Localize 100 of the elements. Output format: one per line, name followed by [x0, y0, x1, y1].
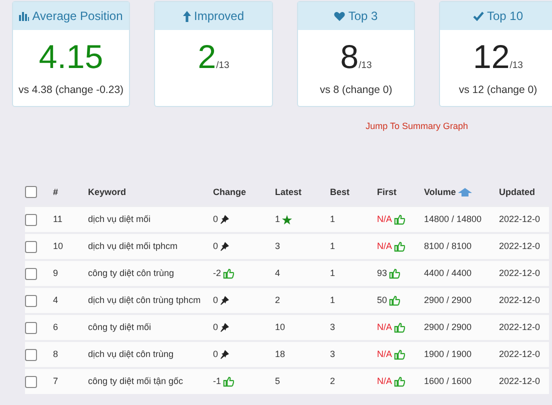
stat-value: 2: [198, 38, 216, 76]
table-cell: 2022-12-0: [499, 214, 540, 224]
table-cell: 4: [275, 268, 280, 279]
table-cell: 2022-12-0: [499, 322, 540, 332]
card-title: Improved: [194, 9, 244, 23]
heart-icon: [334, 11, 346, 21]
table-cell: 5: [275, 376, 280, 387]
table-cell: 0: [213, 295, 218, 306]
sort-icon[interactable]: [458, 188, 472, 196]
table-cell: 18: [275, 349, 286, 360]
table-cell: 10: [53, 241, 64, 251]
table-cell: 2022-12-0: [499, 349, 540, 359]
pin-icon: [220, 296, 230, 305]
table-cell: 0: [213, 349, 218, 360]
column-header[interactable]: Updated: [499, 186, 535, 198]
table-cell: 1: [330, 268, 336, 278]
column-header[interactable]: Volume: [424, 186, 456, 198]
keyword-cell: dịch vụ diệt mối: [88, 214, 151, 224]
row-checkbox[interactable]: [25, 268, 37, 280]
checkmark-icon: [472, 11, 484, 21]
stat-comparison: vs 4.38 (change -0.23): [18, 84, 124, 96]
thumbs-up-icon: [389, 295, 400, 306]
table-cell: 14800 / 14800: [424, 214, 482, 224]
table-cell: N/A: [377, 241, 392, 252]
card-title: Average Position: [32, 9, 123, 23]
row-checkbox[interactable]: [25, 376, 37, 388]
table-cell: 3: [275, 241, 280, 252]
table-cell: 8: [53, 349, 58, 359]
row-checkbox[interactable]: [25, 322, 37, 334]
table-cell: 1: [330, 295, 336, 305]
pin-icon: [220, 323, 230, 332]
pin-icon: [220, 215, 230, 224]
pin-icon: [220, 350, 230, 359]
keyword-cell: công ty diệt mối: [88, 322, 152, 332]
row-checkbox[interactable]: [25, 348, 37, 360]
table-cell: 6: [53, 322, 58, 332]
thumbs-up-icon: [394, 376, 406, 387]
card-title: Top 3: [348, 9, 378, 23]
pin-icon: [220, 242, 230, 251]
row-checkbox[interactable]: [25, 240, 37, 252]
thumbs-up-icon: [394, 214, 406, 225]
column-header[interactable]: Keyword: [88, 186, 126, 198]
table-cell: 8100 / 8100: [424, 241, 472, 251]
stat-total: /13: [510, 60, 523, 71]
bar-chart-icon: [19, 11, 30, 21]
table-cell: 10: [275, 322, 286, 333]
thumbs-up-icon: [389, 268, 400, 279]
keyword-cell: công ty diệt mối tận gốc: [88, 376, 184, 386]
row-checkbox[interactable]: [25, 294, 37, 306]
column-header[interactable]: First: [377, 186, 397, 198]
keyword-cell: công ty diệt côn trùng: [88, 268, 174, 278]
table-cell: N/A: [377, 214, 392, 225]
card-title: Top 10: [486, 9, 524, 23]
table-cell: 2022-12-0: [499, 376, 540, 386]
table-cell: 4400 / 4400: [424, 268, 472, 278]
table-cell: 2022-12-0: [499, 268, 540, 278]
row-checkbox[interactable]: [25, 214, 37, 226]
stat-comparison: vs 8 (change 0): [320, 84, 392, 96]
table-cell: -2: [213, 268, 222, 279]
table-cell: 2900 / 2900: [424, 295, 472, 305]
keyword-cell: dịch vụ diệt côn trùng tphcm: [88, 295, 201, 305]
thumbs-up-icon: [394, 349, 406, 360]
table-cell: 1: [330, 214, 336, 224]
table-cell: 2: [330, 376, 336, 386]
column-header[interactable]: Latest: [275, 186, 302, 198]
table-cell: 4: [53, 295, 58, 305]
table-cell: 2022-12-0: [499, 295, 540, 305]
table-cell: 2900 / 2900: [424, 322, 472, 332]
column-header[interactable]: Best: [330, 186, 350, 198]
table-cell: -1: [213, 376, 222, 387]
stat-value: 12: [473, 38, 510, 76]
thumbs-up-icon: [223, 376, 234, 387]
summary-graph-link[interactable]: Jump To Summary Graph: [366, 121, 468, 131]
table-cell: 3: [330, 349, 336, 359]
stat-value: 4.15: [38, 38, 104, 76]
keyword-cell: dịch vụ diệt côn trùng: [88, 349, 174, 359]
select-all-checkbox[interactable]: [25, 186, 37, 198]
table-cell: 1600 / 1600: [424, 376, 472, 386]
table-cell: 9: [53, 268, 58, 278]
thumbs-up-icon: [223, 268, 234, 279]
table-cell: 7: [53, 376, 58, 386]
stat-total: /13: [358, 60, 372, 71]
table-cell: 0: [213, 214, 218, 225]
table-cell: 2022-12-0: [499, 241, 540, 251]
table-cell: N/A: [377, 349, 392, 360]
column-header[interactable]: Change: [213, 186, 246, 198]
thumbs-up-icon: [394, 322, 406, 333]
table-cell: 3: [330, 322, 336, 332]
table-cell: 93: [377, 268, 388, 279]
table-cell: 0: [213, 322, 218, 333]
table-cell: 2: [275, 295, 280, 306]
stat-total: /13: [216, 60, 230, 71]
stat-value: 8: [340, 38, 359, 76]
table-cell: 1: [275, 214, 280, 225]
thumbs-up-icon: [394, 241, 406, 252]
column-header[interactable]: #: [53, 186, 58, 198]
up-arrow-icon: [182, 10, 191, 22]
table-cell: 50: [377, 295, 388, 306]
keyword-cell: dịch vụ diệt mối tphcm: [88, 241, 178, 251]
table-cell: 1900 / 1900: [424, 349, 472, 359]
